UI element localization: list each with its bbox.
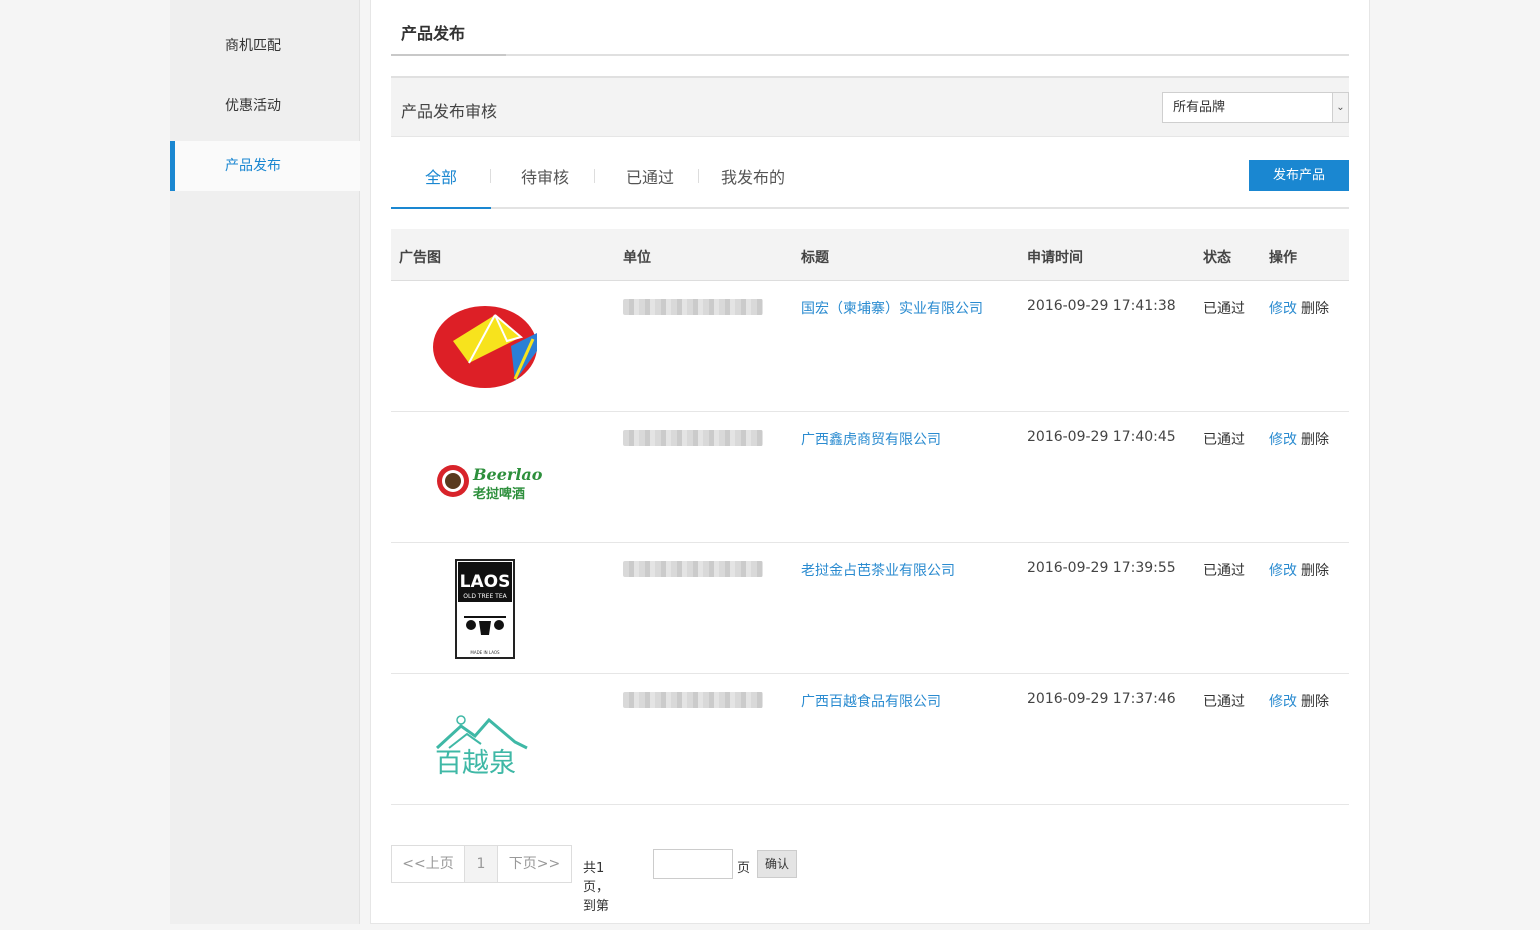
chevron-down-icon: ⌄: [1332, 93, 1348, 122]
edit-link[interactable]: 修改: [1269, 432, 1297, 448]
unit-blurred: [623, 430, 763, 446]
edit-link[interactable]: 修改: [1269, 563, 1297, 579]
status-text: 已通过: [1203, 694, 1245, 710]
page-title-underline: [391, 54, 506, 56]
sidebar-item-product-publish[interactable]: 产品发布: [170, 141, 360, 191]
page-header: 产品发布: [391, 0, 1349, 56]
tab-divider: [490, 169, 491, 183]
table-row: Beerlao 老挝啤酒 广西鑫虎商贸有限公司 2016-09-29 17:40…: [391, 412, 1349, 543]
baiyue-logo-text-2: 泉: [489, 748, 516, 779]
edit-link[interactable]: 修改: [1269, 301, 1297, 317]
product-table: 广告图 单位 标题 申请时间 状态 操作 国宏（柬埔寨）实业有限公司 2016-…: [391, 229, 1349, 805]
row-title-link[interactable]: 老挝金占芭茶业有限公司: [801, 560, 955, 580]
page-suffix: 页: [737, 861, 751, 876]
beerlao-logo-text: Beerlao: [472, 465, 543, 484]
current-page: 1: [464, 845, 498, 883]
laos-logo-text: LAOS: [460, 572, 511, 592]
apply-time: 2016-09-29 17:37:46: [1027, 691, 1176, 707]
edit-link[interactable]: 修改: [1269, 694, 1297, 710]
unit-blurred: [623, 299, 763, 315]
sidebar-item-promotions[interactable]: 优惠活动: [170, 81, 360, 131]
apply-time: 2016-09-29 17:41:38: [1027, 298, 1176, 314]
delete-link[interactable]: 删除: [1301, 563, 1329, 579]
row-title-link[interactable]: 广西鑫虎商贸有限公司: [801, 429, 941, 449]
baiyue-logo: 百越 泉: [391, 674, 581, 805]
publish-product-button[interactable]: 发布产品: [1249, 160, 1349, 191]
column-header-unit: 单位: [623, 250, 651, 266]
confirm-page-button[interactable]: 确认: [757, 850, 797, 878]
row-title-link[interactable]: 广西百越食品有限公司: [801, 691, 941, 711]
row-actions: 修改 删除: [1269, 691, 1329, 711]
sidebar: 商机匹配 优惠活动 产品发布: [170, 0, 360, 924]
main-panel: 产品发布 产品发布审核 所有品牌 ⌄ 全部 待审核 已通过 我发布的 发布产品 …: [370, 0, 1370, 924]
red-yellow-kite-logo: [391, 281, 581, 412]
delete-link[interactable]: 删除: [1301, 432, 1329, 448]
status-text: 已通过: [1203, 563, 1245, 579]
app-root: 商机匹配 优惠活动 产品发布 产品发布 产品发布审核 所有品牌 ⌄ 全部 待审核…: [0, 0, 1540, 930]
table-row: 百越 泉 广西百越食品有限公司 2016-09-29 17:37:46 已通过 …: [391, 674, 1349, 805]
delete-link[interactable]: 删除: [1301, 301, 1329, 317]
table-row: LAOS OLD TREE TEA MADE IN LAOS 老挝金占芭茶业有限…: [391, 543, 1349, 674]
sidebar-item-business-match[interactable]: 商机匹配: [170, 21, 360, 71]
delete-link[interactable]: 删除: [1301, 694, 1329, 710]
baiyue-logo-text: 百越: [435, 748, 489, 779]
next-page-button[interactable]: 下页>>: [497, 845, 572, 883]
column-header-title: 标题: [801, 250, 829, 266]
row-actions: 修改 删除: [1269, 429, 1329, 449]
active-tab-indicator: [391, 207, 491, 209]
tab-divider: [698, 169, 699, 183]
tab-all[interactable]: 全部: [425, 164, 457, 188]
column-header-actions: 操作: [1269, 250, 1297, 266]
page-title: 产品发布: [401, 24, 466, 43]
brand-select[interactable]: 所有品牌 ⌄: [1162, 92, 1349, 123]
brand-select-value: 所有品牌: [1173, 100, 1226, 115]
filter-title: 产品发布审核: [401, 102, 498, 121]
beerlao-logo-chinese: 老挝啤酒: [472, 486, 525, 502]
page-number-input[interactable]: [653, 849, 733, 879]
row-title-link[interactable]: 国宏（柬埔寨）实业有限公司: [801, 298, 983, 318]
tab-divider: [594, 169, 595, 183]
tab-bar: 全部 待审核 已通过 我发布的 发布产品: [391, 137, 1349, 209]
tab-pending[interactable]: 待审核: [521, 164, 569, 188]
tab-approved[interactable]: 已通过: [626, 164, 674, 188]
apply-time: 2016-09-29 17:39:55: [1027, 560, 1176, 576]
status-text: 已通过: [1203, 432, 1245, 448]
column-header-time: 申请时间: [1027, 250, 1083, 266]
apply-time: 2016-09-29 17:40:45: [1027, 429, 1176, 445]
row-actions: 修改 删除: [1269, 560, 1329, 580]
unit-blurred: [623, 561, 763, 577]
column-header-status: 状态: [1203, 250, 1231, 266]
laos-logo-subtext: OLD TREE TEA: [463, 593, 507, 600]
table-row: 国宏（柬埔寨）实业有限公司 2016-09-29 17:41:38 已通过 修改…: [391, 281, 1349, 412]
column-header-ad-image: 广告图: [399, 250, 441, 266]
table-header: 广告图 单位 标题 申请时间 状态 操作: [391, 229, 1349, 281]
unit-blurred: [623, 692, 763, 708]
laos-logo-foot: MADE IN LAOS: [470, 650, 500, 655]
sidebar-item-label: 产品发布: [225, 158, 281, 174]
prev-page-button[interactable]: <<上页: [391, 845, 465, 883]
total-pages-text: 共1页，到第: [583, 861, 610, 914]
tab-mine[interactable]: 我发布的: [721, 164, 785, 188]
sidebar-item-label: 优惠活动: [225, 98, 281, 114]
row-actions: 修改 删除: [1269, 298, 1329, 318]
filter-bar: 产品发布审核 所有品牌 ⌄: [391, 76, 1349, 137]
laos-old-tree-tea-logo: LAOS OLD TREE TEA MADE IN LAOS: [391, 543, 581, 674]
beerlao-logo: Beerlao 老挝啤酒: [391, 412, 581, 543]
sidebar-item-label: 商机匹配: [225, 38, 281, 54]
status-text: 已通过: [1203, 301, 1245, 317]
